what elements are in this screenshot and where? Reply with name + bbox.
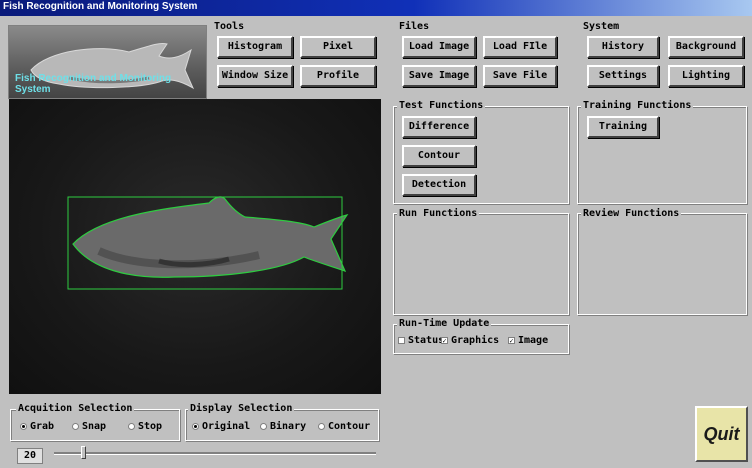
review-functions-title: Review Functions bbox=[581, 208, 682, 219]
grab-radio-label: Grab bbox=[30, 421, 55, 432]
runtime-update-title: Run-Time Update bbox=[397, 318, 492, 329]
stop-radio[interactable]: Stop bbox=[128, 421, 162, 432]
background-button[interactable]: Background bbox=[668, 36, 744, 58]
system-title: System bbox=[581, 21, 622, 32]
logo-caption: Fish Recognition and Monitoring System bbox=[15, 73, 172, 95]
slider-track[interactable] bbox=[54, 452, 376, 455]
save-file-button[interactable]: Save File bbox=[483, 65, 557, 87]
contour-radio[interactable]: Contour bbox=[318, 421, 370, 432]
contour-radio-label: Contour bbox=[328, 421, 371, 432]
snap-radio[interactable]: Snap bbox=[72, 421, 106, 432]
save-image-button[interactable]: Save Image bbox=[402, 65, 476, 87]
status-checkbox[interactable]: Status bbox=[398, 335, 444, 346]
binary-radio-dot[interactable] bbox=[260, 423, 267, 430]
image-checkbox[interactable]: ✓ Image bbox=[508, 335, 548, 346]
slider-value: 20 bbox=[17, 448, 43, 464]
history-button[interactable]: History bbox=[587, 36, 659, 58]
image-checkbox-label: Image bbox=[518, 335, 549, 346]
files-title: Files bbox=[397, 21, 432, 32]
snap-radio-label: Snap bbox=[82, 421, 107, 432]
graphics-checkbox[interactable]: ✓ Graphics bbox=[441, 335, 499, 346]
run-functions-group bbox=[393, 213, 569, 315]
test-functions-title: Test Functions bbox=[397, 100, 486, 111]
original-radio-dot[interactable] bbox=[192, 423, 199, 430]
window-title: Fish Recognition and Monitoring System bbox=[3, 1, 198, 12]
stop-radio-dot[interactable] bbox=[128, 423, 135, 430]
difference-button[interactable]: Difference bbox=[402, 116, 476, 138]
logo-image: Fish Recognition and Monitoring System bbox=[8, 25, 207, 99]
image-checkbox-box[interactable]: ✓ bbox=[508, 337, 515, 345]
contour-radio-dot[interactable] bbox=[318, 423, 325, 430]
tools-title: Tools bbox=[212, 21, 247, 32]
contour-button[interactable]: Contour bbox=[402, 145, 476, 167]
load-file-button[interactable]: Load FIle bbox=[483, 36, 557, 58]
graphics-checkbox-box[interactable]: ✓ bbox=[441, 337, 448, 345]
binary-radio[interactable]: Binary bbox=[260, 421, 306, 432]
training-button[interactable]: Training bbox=[587, 116, 659, 138]
run-functions-title: Run Functions bbox=[397, 208, 480, 219]
snap-radio-dot[interactable] bbox=[72, 423, 79, 430]
original-radio-label: Original bbox=[202, 421, 251, 432]
display-title: Display Selection bbox=[188, 403, 295, 414]
title-bar: Fish Recognition and Monitoring System bbox=[0, 0, 752, 16]
status-checkbox-box[interactable] bbox=[398, 337, 405, 344]
acquisition-title: Acquition Selection bbox=[16, 403, 135, 414]
window-size-button[interactable]: Window Size bbox=[217, 65, 293, 87]
settings-button[interactable]: Settings bbox=[587, 65, 659, 87]
review-functions-group bbox=[577, 213, 747, 315]
lighting-button[interactable]: Lighting bbox=[668, 65, 744, 87]
binary-radio-label: Binary bbox=[270, 421, 307, 432]
fish-contour-overlay bbox=[67, 196, 349, 290]
grab-radio-dot[interactable] bbox=[20, 423, 27, 430]
load-image-button[interactable]: Load Image bbox=[402, 36, 476, 58]
pixel-button[interactable]: Pixel bbox=[300, 36, 376, 58]
histogram-button[interactable]: Histogram bbox=[217, 36, 293, 58]
grab-radio[interactable]: Grab bbox=[20, 421, 54, 432]
training-functions-title: Training Functions bbox=[581, 100, 694, 111]
original-radio[interactable]: Original bbox=[192, 421, 250, 432]
stop-radio-label: Stop bbox=[138, 421, 163, 432]
graphics-checkbox-label: Graphics bbox=[451, 335, 500, 346]
slider-thumb[interactable] bbox=[81, 446, 86, 459]
quit-button[interactable]: Quit bbox=[695, 406, 748, 462]
camera-viewport[interactable] bbox=[9, 99, 381, 394]
profile-button[interactable]: Profile bbox=[300, 65, 376, 87]
detection-button[interactable]: Detection bbox=[402, 174, 476, 196]
status-checkbox-label: Status bbox=[408, 335, 445, 346]
